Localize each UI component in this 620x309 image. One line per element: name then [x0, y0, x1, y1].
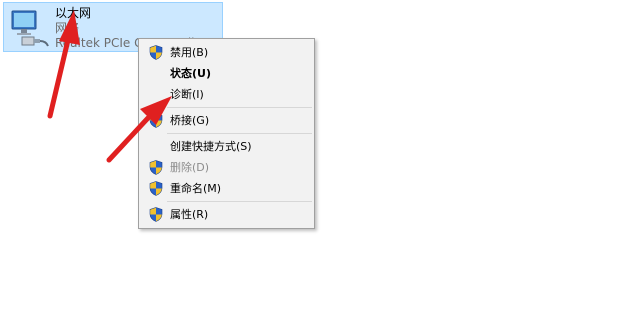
adapter-name: 以太网 [55, 6, 92, 20]
menu-item-label: 禁用(B) [170, 46, 209, 59]
uac-shield-icon [149, 181, 163, 196]
menu-item-label: 重命名(M) [170, 182, 222, 195]
menu-item-label: 创建快捷方式(S) [170, 140, 252, 153]
uac-shield-icon [149, 45, 163, 60]
menu-item-diagnose[interactable]: 诊断(I) [141, 84, 312, 105]
uac-shield-icon [149, 113, 163, 128]
menu-item-bridge[interactable]: 桥接(G) [141, 110, 312, 131]
menu-item-status[interactable]: 状态(U) [141, 63, 312, 84]
network-adapter-icon [11, 10, 49, 47]
context-menu: 禁用(B) 状态(U) 诊断(I) 桥接(G) 创建快捷方式(S) 删除(D) [138, 38, 315, 229]
menu-item-label: 诊断(I) [170, 88, 204, 101]
menu-separator [167, 107, 312, 108]
menu-item-properties[interactable]: 属性(R) [141, 204, 312, 225]
uac-shield-icon [149, 207, 163, 222]
menu-item-disable[interactable]: 禁用(B) [141, 42, 312, 63]
adapter-status: 网络 [55, 21, 80, 35]
menu-item-label: 属性(R) [170, 208, 209, 221]
uac-shield-icon [149, 160, 163, 175]
menu-item-delete[interactable]: 删除(D) [141, 157, 312, 178]
menu-item-label: 桥接(G) [170, 114, 210, 127]
menu-item-label: 状态(U) [170, 67, 211, 80]
menu-separator [167, 133, 312, 134]
menu-item-create-shortcut[interactable]: 创建快捷方式(S) [141, 136, 312, 157]
menu-item-rename[interactable]: 重命名(M) [141, 178, 312, 199]
menu-item-label: 删除(D) [170, 161, 210, 174]
menu-separator [167, 201, 312, 202]
